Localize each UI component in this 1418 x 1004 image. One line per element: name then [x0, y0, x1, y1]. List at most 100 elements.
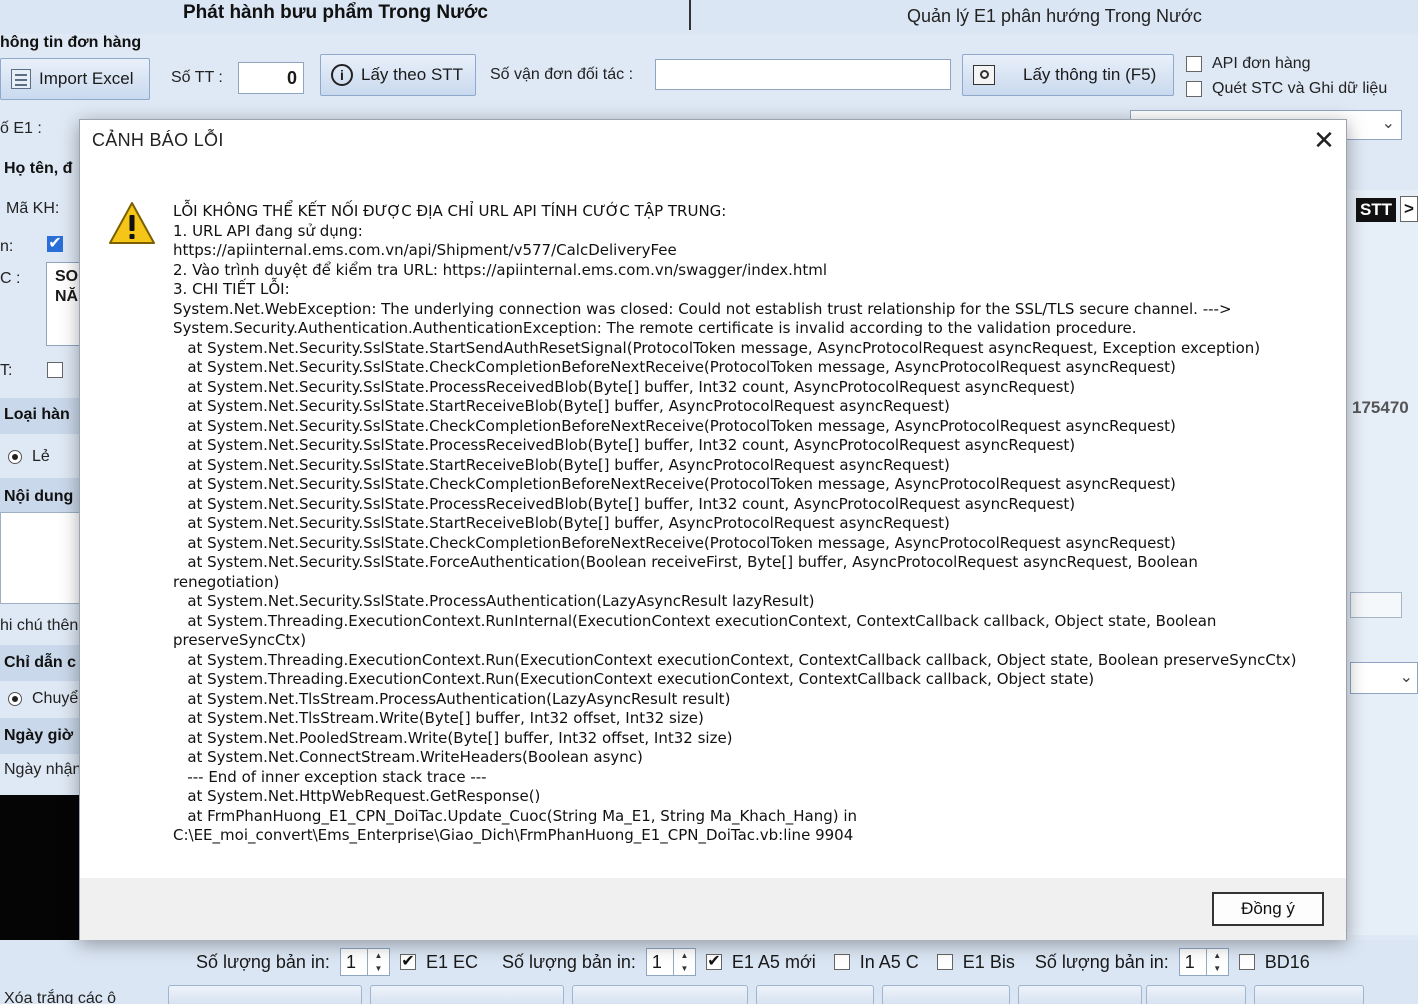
order-info-heading: hông tin đơn hàng — [0, 34, 142, 51]
right-field-1[interactable] — [1350, 592, 1402, 618]
chevron-down-icon: ⌄ — [1399, 669, 1413, 686]
error-message-line: at System.Net.TlsStream.ProcessAuthentic… — [173, 689, 731, 708]
sender-name-heading: Họ tên, đ — [4, 160, 73, 177]
bottom-action-button-7[interactable] — [1146, 985, 1246, 1004]
error-message-line: C:\EE_moi_convert\Ems_Enterprise\Giao_Di… — [173, 826, 854, 844]
partner-waybill-input[interactable] — [655, 59, 951, 90]
e1ec-checkbox[interactable] — [399, 954, 416, 970]
stepper-arrows-icon[interactable]: ▲ ▼ — [366, 949, 389, 975]
error-message-line: at System.Net.Security.SslState.CheckCom… — [173, 358, 1176, 376]
scan-stc-checkbox[interactable] — [1186, 81, 1202, 97]
transfer-option[interactable]: Chuyể — [8, 690, 78, 708]
bottom-action-button-1[interactable] — [168, 985, 362, 1004]
bd16-label: BD16 — [1264, 951, 1310, 972]
e1a5moi-label: E1 A5 mới — [731, 951, 816, 972]
bottom-action-button-6[interactable] — [1018, 985, 1142, 1004]
import-excel-button[interactable]: Import Excel — [0, 58, 150, 100]
e1bis-label: E1 Bis — [962, 951, 1015, 972]
error-message-line: at System.Net.Security.SslState.StartSen… — [173, 338, 1261, 357]
print-qty-stepper-1[interactable]: 1 ▲ ▼ — [339, 948, 390, 976]
get-info-f5-button[interactable]: Lấy thông tin (F5) — [962, 54, 1174, 96]
close-icon[interactable]: ✕ — [1308, 126, 1340, 156]
bottom-action-button-2[interactable] — [370, 985, 564, 1004]
customer-code-label: Mã KH: — [6, 200, 60, 217]
right-number: 175470 — [1352, 398, 1409, 417]
next-arrow-button[interactable]: > — [1400, 196, 1418, 222]
print-qty-stepper-2[interactable]: 1 ▲ ▼ — [645, 948, 696, 976]
ina5c-checkbox[interactable] — [833, 954, 850, 970]
error-message-line: at System.Net.TlsStream.Write(Byte[] buf… — [173, 709, 704, 727]
print-qty-value-2: 1 — [651, 951, 662, 972]
error-message-line: LỖI KHÔNG THỂ KẾT NỐI ĐƯỢC ĐỊA CHỈ URL A… — [173, 202, 727, 220]
error-message-line: at System.Threading.ExecutionContext.Run… — [173, 670, 1095, 688]
clear-fields-label: Xóa trắng các ô — [4, 990, 117, 1004]
scan-stc-option[interactable]: Quét STC và Ghi dữ liệu — [1186, 80, 1387, 98]
left-blue-checkbox[interactable] — [47, 236, 63, 252]
error-message-line: preserveSyncCtx) — [173, 631, 307, 649]
bottom-action-button-4[interactable] — [756, 985, 874, 1004]
transfer-radio[interactable] — [8, 692, 22, 706]
error-message-line: at System.Net.HttpWebRequest.GetResponse… — [173, 787, 541, 805]
error-message-line: at System.Net.Security.SslState.CheckCom… — [173, 533, 1176, 552]
e1a5moi-checkbox[interactable] — [705, 954, 722, 970]
error-message-line: at System.Threading.ExecutionContext.Run… — [173, 650, 1297, 669]
partner-waybill-label: Số vận đơn đối tác : — [490, 66, 634, 83]
right-dropdown-2[interactable]: ⌄ — [1350, 662, 1418, 694]
bd16-checkbox[interactable] — [1238, 954, 1255, 970]
ok-button[interactable]: Đồng ý — [1212, 892, 1324, 926]
get-by-stt-button[interactable]: i Lấy theo STT — [320, 54, 476, 96]
error-message-line: at System.Net.Security.SslState.ProcessA… — [173, 592, 815, 610]
row-n-label: n: — [0, 238, 14, 255]
bottom-action-button-5[interactable] — [882, 985, 1010, 1004]
error-message-line: at System.Net.Security.SslState.CheckCom… — [173, 416, 1176, 435]
get-info-f5-label: Lấy thông tin (F5) — [1023, 65, 1157, 84]
print-qty-label-3: Số lượng bản in: — [1034, 951, 1169, 972]
address-text-area[interactable]: SO NĂ — [46, 262, 82, 346]
stepper-arrows-icon[interactable]: ▲ ▼ — [672, 949, 695, 975]
bottom-options-row: Số lượng bản in: 1 ▲▼ E1 EC Số lượng bản… — [196, 948, 1310, 976]
get-by-stt-label: Lấy theo STT — [361, 65, 464, 84]
print-qty-value-3: 1 — [1184, 951, 1195, 972]
print-qty-value-1: 1 — [345, 951, 356, 972]
error-dialog: CẢNH BÁO LỖI ✕ LỖI KHÔNG THỂ KẾT NỐI ĐƯỢ… — [79, 119, 1347, 940]
row-t-label: T: — [0, 362, 13, 379]
api-order-checkbox[interactable] — [1186, 56, 1202, 72]
error-message-line: 1. URL API đang sử dụng: — [173, 221, 363, 240]
bottom-action-button-3[interactable] — [572, 985, 748, 1004]
error-message-line: at System.Net.Security.SslState.ProcessR… — [173, 494, 1076, 513]
error-message-line: at System.Net.Security.SslState.CheckCom… — [173, 475, 1176, 493]
datetime-heading: Ngày giờ — [4, 727, 74, 744]
content-text-area[interactable] — [0, 512, 80, 604]
stt-input[interactable]: 0 — [238, 62, 304, 94]
address-line-2: NĂ — [55, 288, 79, 305]
e1ec-label: E1 EC — [425, 951, 478, 972]
stt-label: Số TT : — [171, 69, 223, 86]
excel-icon — [11, 69, 31, 89]
page-title-right[interactable]: Quản lý E1 phân hướng Trong Nước — [907, 6, 1202, 27]
error-message-line: at System.Net.Security.SslState.StartRec… — [173, 455, 950, 474]
stepper-arrows-icon[interactable]: ▲ ▼ — [1205, 949, 1228, 975]
page-title-left: Phát hành bưu phẩm Trong Nước — [183, 2, 488, 23]
error-message-line: at System.Threading.ExecutionContext.Run… — [173, 611, 1217, 630]
error-message-line: at System.Net.Security.SslState.StartRec… — [173, 397, 950, 415]
error-message-line: System.Net.WebException: The underlying … — [173, 299, 1232, 318]
print-qty-stepper-3[interactable]: 1 ▲ ▼ — [1178, 948, 1229, 976]
warning-icon — [109, 202, 155, 244]
api-order-option[interactable]: API đơn hàng — [1186, 55, 1311, 73]
error-message-line: System.Security.Authentication.Authentic… — [173, 319, 1137, 337]
retail-option[interactable]: Lẻ — [8, 448, 50, 466]
error-message-line: at System.Net.Security.SslState.StartRec… — [173, 514, 950, 532]
retail-radio[interactable] — [8, 450, 22, 464]
row-t-checkbox[interactable] — [47, 362, 63, 378]
e1bis-checkbox[interactable] — [936, 954, 953, 970]
bottom-action-button-8[interactable] — [1254, 985, 1364, 1004]
delivery-instruction-heading: Chỉ dẫn c — [4, 654, 77, 671]
print-qty-label-1: Số lượng bản in: — [196, 951, 330, 972]
error-message-line: at System.Net.ConnectStream.WriteHeaders… — [173, 748, 643, 766]
search-document-icon — [973, 65, 995, 85]
title-divider — [689, 0, 691, 30]
received-date-label: Ngày nhận — [4, 761, 82, 778]
error-message-line: at System.Net.Security.SslState.ProcessR… — [173, 377, 1076, 396]
error-message-line: --- End of inner exception stack trace -… — [173, 767, 487, 786]
error-message-line: at System.Net.Security.SslState.ForceAut… — [173, 553, 1198, 571]
